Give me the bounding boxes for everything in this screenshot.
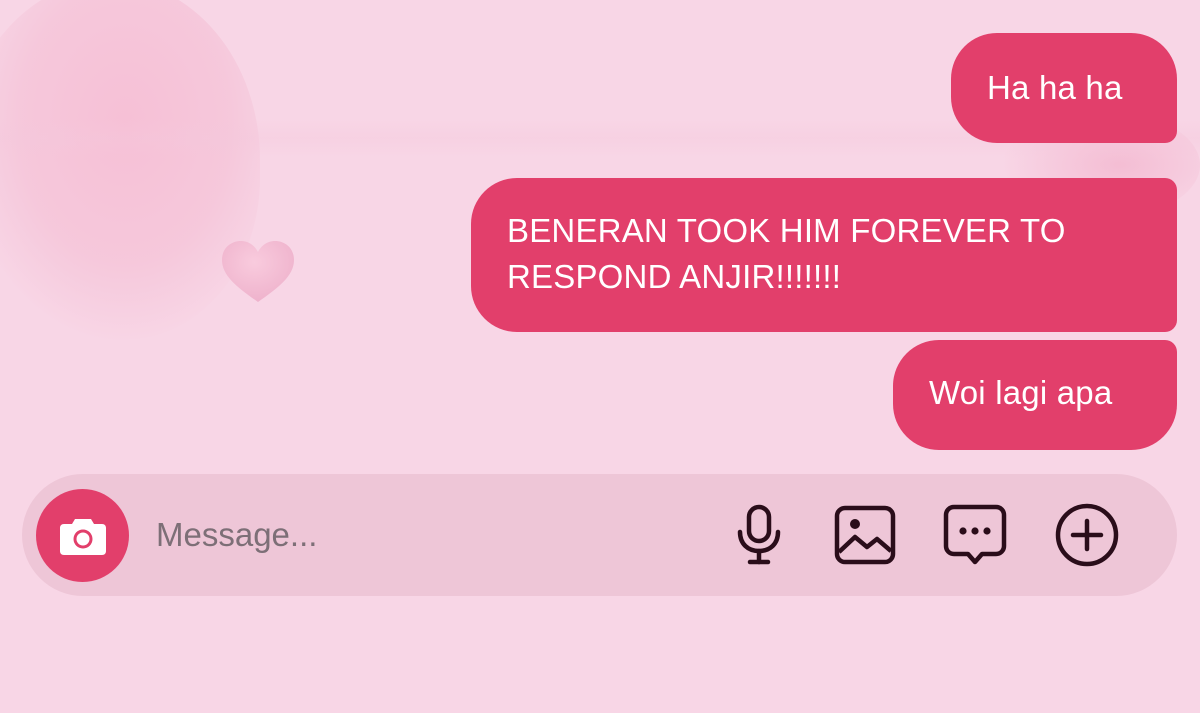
message-bubble-sent[interactable]: Woi lagi apa — [893, 340, 1177, 450]
message-text: BENERAN TOOK HIM FOREVER TO RESPOND ANJI… — [507, 212, 1066, 295]
plus-circle-icon — [1055, 503, 1119, 567]
message-input[interactable] — [156, 505, 676, 565]
message-composer — [22, 474, 1177, 596]
microphone-icon — [737, 504, 781, 565]
gallery-button[interactable] — [832, 502, 898, 568]
message-text: Ha ha ha — [987, 69, 1123, 106]
more-options-button[interactable] — [1054, 502, 1120, 568]
chat-bubble-dots-icon — [943, 504, 1007, 565]
message-text: Woi lagi apa — [929, 374, 1113, 411]
sticker-button[interactable] — [942, 502, 1008, 568]
background-small-heart-icon — [222, 241, 294, 302]
image-icon — [834, 505, 896, 565]
message-bubble-sent[interactable]: Ha ha ha — [951, 33, 1177, 143]
voice-message-button[interactable] — [726, 502, 792, 568]
camera-button[interactable] — [36, 489, 129, 582]
camera-icon — [59, 518, 106, 555]
message-bubble-sent[interactable]: BENERAN TOOK HIM FOREVER TO RESPOND ANJI… — [471, 178, 1177, 332]
